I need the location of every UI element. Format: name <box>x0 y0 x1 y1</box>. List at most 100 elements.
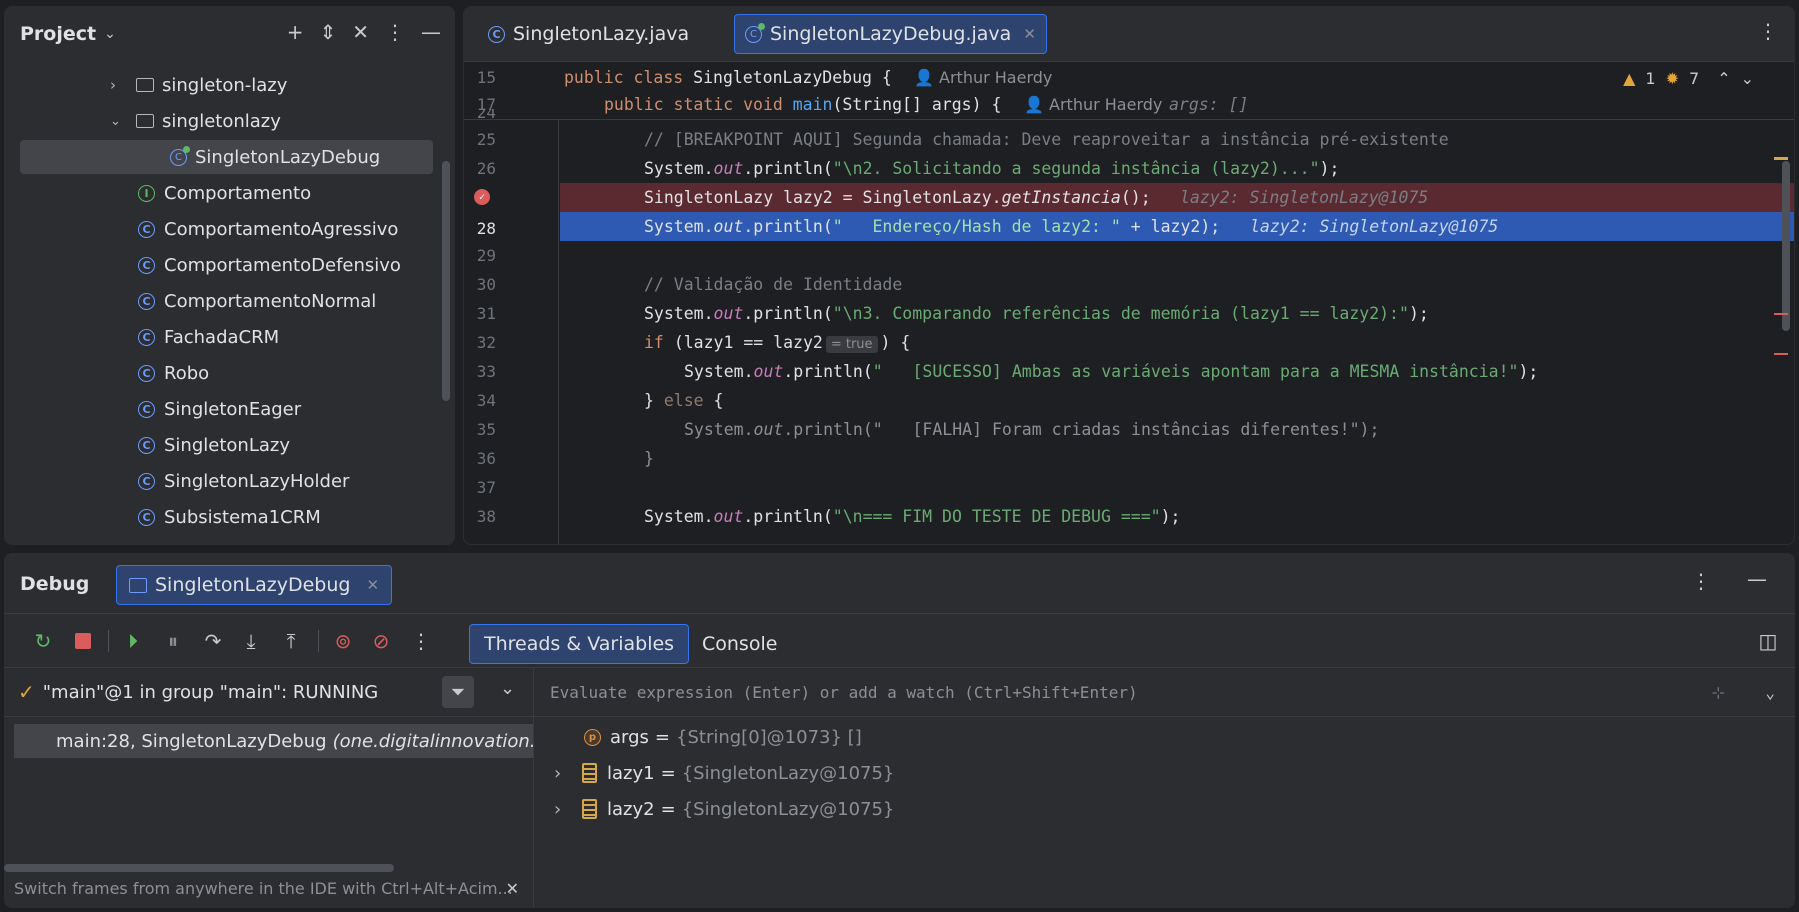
package-icon <box>136 114 154 128</box>
debug-panel: Debug SingletonLazyDebug ✕ ⋮ — ↻ ⏵ ⏸ ↷ ⤓… <box>4 553 1795 908</box>
scrollbar[interactable] <box>442 161 450 401</box>
tree-item-class[interactable]: C ComportamentoNormal <box>4 284 437 318</box>
line-number: 38 <box>476 507 496 526</box>
session-icon <box>129 577 147 593</box>
line-number: 29 <box>476 246 496 265</box>
project-title[interactable]: Project <box>20 23 96 45</box>
stack-frame[interactable]: main:28, SingletonLazyDebug (one.digital… <box>14 724 533 758</box>
variable-row-lazy1[interactable]: › lazy1 = {SingletonLazy@1075} <box>534 756 1795 790</box>
close-icon[interactable]: ✕ <box>506 879 519 898</box>
tree-item-class[interactable]: C ComportamentoDefensivo <box>4 248 437 282</box>
tree-item-class[interactable]: C SingletonLazy <box>4 428 437 462</box>
line-number: 34 <box>476 391 496 410</box>
project-header: Project ⌄ + ⇕ ✕ ⋮ — <box>4 6 455 62</box>
thread-selector[interactable]: ✓ "main"@1 in group "main": RUNNING ⏷ ⌄ <box>4 668 533 717</box>
new-file-icon[interactable]: + <box>287 20 304 44</box>
chevron-right-icon[interactable]: › <box>554 763 568 784</box>
editor-tabs: C SingletonLazy.java C SingletonLazyDebu… <box>464 7 1794 62</box>
variable-value: {SingletonLazy@1075} <box>681 798 895 820</box>
line-number: 31 <box>476 304 496 323</box>
mute-breakpoints-icon[interactable]: ⊘ <box>368 628 394 654</box>
evaluate-placeholder: Evaluate expression (Enter) or add a wat… <box>550 682 1138 702</box>
rerun-icon[interactable]: ↻ <box>30 628 56 654</box>
code-line: 15 public class SingletonLazyDebug { 👤 A… <box>464 63 1794 92</box>
marker <box>1774 353 1788 355</box>
layout-icon[interactable]: ◫ <box>1755 628 1781 654</box>
tab-singletonlazy[interactable]: C SingletonLazy.java <box>478 14 699 54</box>
class-icon: C <box>138 472 155 490</box>
minimize-icon[interactable]: — <box>1747 567 1767 591</box>
chevron-up-icon[interactable]: ⌃ <box>1717 69 1730 88</box>
tree-item-label: ComportamentoNormal <box>164 290 377 312</box>
chevron-right-icon[interactable]: › <box>110 76 124 94</box>
line-number: 28 <box>476 219 496 238</box>
tree-item-label: singleton-lazy <box>162 74 288 96</box>
tree-item-class[interactable]: C SingletonLazyHolder <box>4 464 437 498</box>
tree-item-class[interactable]: C Subsistema1CRM <box>4 500 437 534</box>
scrollbar[interactable] <box>1782 161 1790 331</box>
field-icon <box>582 799 597 819</box>
expand-all-icon[interactable]: ⇕ <box>319 20 336 44</box>
close-icon[interactable]: ✕ <box>1023 25 1036 43</box>
breakpoint-icon[interactable]: ✓ <box>474 189 490 205</box>
tree-item-singletonlazydebug[interactable]: C SingletonLazyDebug <box>20 140 433 174</box>
pause-icon[interactable]: ⏸ <box>160 628 186 654</box>
class-icon: C <box>138 328 155 346</box>
tree-item-class[interactable]: C ComportamentoAgressivo <box>4 212 437 246</box>
tree-item-comportamento[interactable]: I Comportamento <box>4 176 437 210</box>
thread-label: "main"@1 in group "main": RUNNING <box>42 681 379 703</box>
tab-singletonlazydebug[interactable]: C SingletonLazyDebug.java ✕ <box>734 14 1047 54</box>
tree-item-singleton-lazy[interactable]: › singleton-lazy <box>4 68 437 102</box>
more-options-icon[interactable]: ⋮ <box>385 20 405 44</box>
evaluate-input[interactable]: Evaluate expression (Enter) or add a wat… <box>534 668 1795 717</box>
tree-item-label: ComportamentoDefensivo <box>164 254 401 276</box>
tree-item-class[interactable]: C FachadaCRM <box>4 320 437 354</box>
class-icon: C <box>138 256 155 274</box>
step-over-icon[interactable]: ↷ <box>200 628 226 654</box>
code-line: 26 System.out.println("\n2. Solicitando … <box>464 154 1794 183</box>
resume-icon[interactable]: ⏵ <box>120 628 146 654</box>
class-icon: C <box>138 436 155 454</box>
chevron-right-icon[interactable]: › <box>554 799 568 820</box>
tree-item-label: Comportamento <box>164 182 312 204</box>
variable-row-lazy2[interactable]: › lazy2 = {SingletonLazy@1075} <box>534 792 1795 826</box>
step-out-icon[interactable]: ⤒ <box>278 628 304 654</box>
inline-hint: lazy2: SingletonLazy@1075 <box>1250 217 1499 236</box>
chevron-down-icon[interactable]: ⌄ <box>1765 683 1775 702</box>
parameter-icon: p <box>584 728 601 746</box>
line-number: 32 <box>476 333 496 352</box>
variable-row-args[interactable]: p args = {String[0]@1073} [] <box>534 720 1795 754</box>
tree-item-class[interactable]: C Robo <box>4 356 437 390</box>
tab-console[interactable]: Console <box>688 624 791 664</box>
more-options-icon[interactable]: ⋮ <box>1758 19 1778 43</box>
variables-pane: Evaluate expression (Enter) or add a wat… <box>534 667 1795 908</box>
debug-header: Debug SingletonLazyDebug ✕ ⋮ — <box>4 553 1795 613</box>
add-watch-icon[interactable]: ⊹ <box>1712 683 1725 702</box>
runnable-class-icon: C <box>170 145 190 166</box>
runnable-class-icon: C <box>745 22 765 43</box>
inspection-widget[interactable]: ▲ 1 ✹ 7 ⌃ ⌄ <box>1623 69 1754 88</box>
debug-session-tab[interactable]: SingletonLazyDebug ✕ <box>116 565 393 605</box>
minimize-icon[interactable]: — <box>421 20 441 44</box>
marker <box>1774 157 1788 160</box>
chevron-down-icon[interactable]: ⌄ <box>104 26 116 42</box>
line-number: 35 <box>476 420 496 439</box>
code-line: 31 System.out.println("\n3. Comparando r… <box>464 299 1794 328</box>
code-area[interactable]: 15 public class SingletonLazyDebug { 👤 A… <box>464 61 1794 544</box>
check-icon: ✓ <box>18 680 35 704</box>
more-options-icon[interactable]: ⋮ <box>1691 569 1711 593</box>
chevron-down-icon[interactable]: ⌄ <box>1741 69 1754 88</box>
more-options-icon[interactable]: ⋮ <box>408 628 434 654</box>
toolbar-separator <box>108 630 109 652</box>
chevron-down-icon[interactable]: ⌄ <box>500 678 515 699</box>
tree-item-class[interactable]: C SingletonEager <box>4 392 437 426</box>
filter-icon[interactable]: ⏷ <box>442 676 474 708</box>
collapse-all-icon[interactable]: ✕ <box>352 20 369 44</box>
close-icon[interactable]: ✕ <box>366 576 379 594</box>
tab-threads-variables[interactable]: Threads & Variables <box>469 624 690 664</box>
chevron-down-icon[interactable]: ⌄ <box>110 114 124 129</box>
tree-item-singletonlazy[interactable]: ⌄ singletonlazy <box>4 104 437 138</box>
step-into-icon[interactable]: ⤓ <box>238 628 264 654</box>
stop-icon[interactable] <box>70 628 96 654</box>
view-breakpoints-icon[interactable]: ⊚ <box>330 628 356 654</box>
